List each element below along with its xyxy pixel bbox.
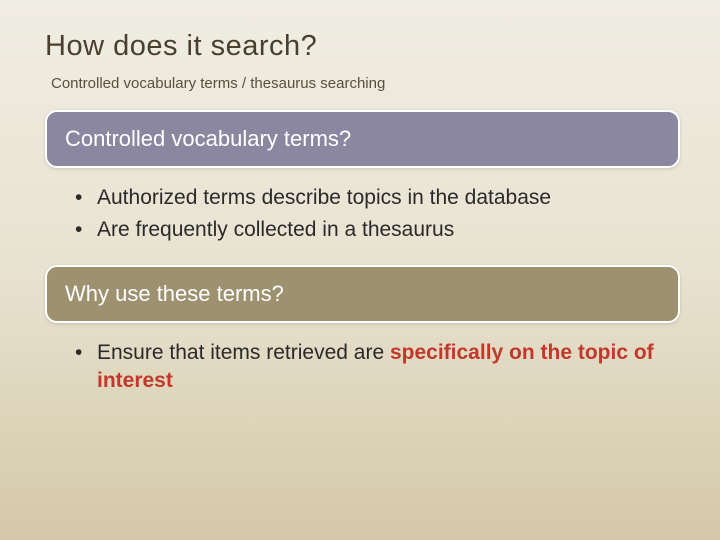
slide-subtitle: Controlled vocabulary terms / thesaurus … (51, 75, 680, 92)
list-item: Are frequently collected in a thesaurus (75, 216, 680, 244)
bullet-list-2: Ensure that items retrieved are specific… (45, 333, 680, 416)
bullet-text-prefix: Ensure that items retrieved are (97, 341, 390, 364)
bullet-list-1: Authorized terms describe topics in the … (45, 178, 680, 265)
slide-title: How does it search? (45, 30, 680, 63)
list-item: Ensure that items retrieved are specific… (75, 339, 680, 396)
section-header-2: Why use these terms? (45, 265, 680, 323)
section-header-1: Controlled vocabulary terms? (45, 110, 680, 168)
list-item: Authorized terms describe topics in the … (75, 184, 680, 212)
slide-container: How does it search? Controlled vocabular… (0, 0, 720, 435)
